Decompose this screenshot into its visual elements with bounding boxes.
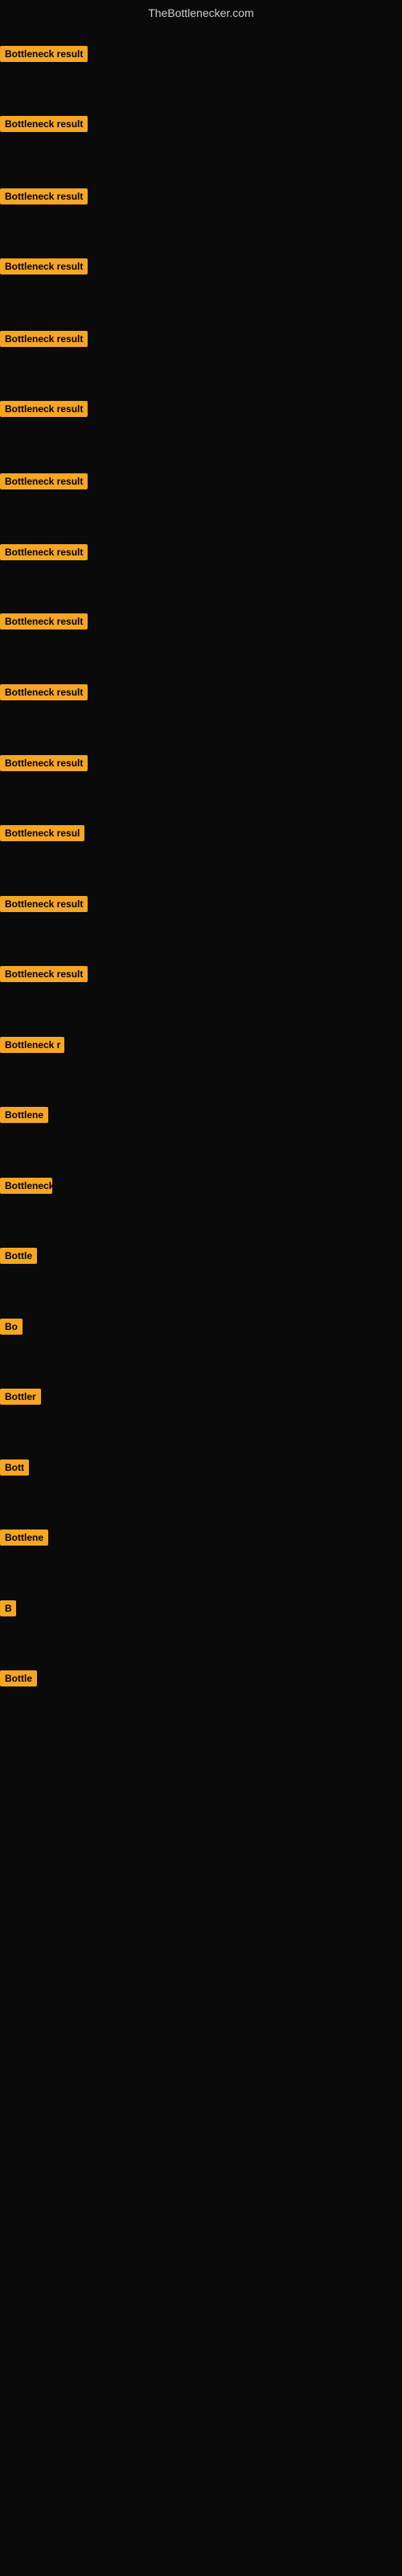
bottleneck-badge-container-4: Bottleneck result	[0, 258, 88, 279]
bottleneck-badge-24[interactable]: Bottle	[0, 1670, 37, 1686]
site-title: TheBottlenecker.com	[0, 0, 402, 23]
bottleneck-badge-5[interactable]: Bottleneck result	[0, 331, 88, 347]
bottleneck-badge-6[interactable]: Bottleneck result	[0, 401, 88, 417]
bottleneck-badge-container-13: Bottleneck result	[0, 896, 88, 916]
bottleneck-badge-container-12: Bottleneck resul	[0, 825, 84, 845]
bottleneck-badge-21[interactable]: Bott	[0, 1459, 29, 1476]
bottleneck-badge-18[interactable]: Bottle	[0, 1248, 37, 1264]
bottleneck-badge-container-17: Bottleneck	[0, 1178, 52, 1198]
bottleneck-badge-15[interactable]: Bottleneck r	[0, 1037, 64, 1053]
bottleneck-badge-container-15: Bottleneck r	[0, 1037, 64, 1057]
bottleneck-badge-container-18: Bottle	[0, 1248, 37, 1268]
bottleneck-badge-3[interactable]: Bottleneck result	[0, 188, 88, 204]
bottleneck-badge-7[interactable]: Bottleneck result	[0, 473, 88, 489]
bottleneck-badge-1[interactable]: Bottleneck result	[0, 46, 88, 62]
bottleneck-badge-23[interactable]: B	[0, 1600, 16, 1616]
bottleneck-badge-13[interactable]: Bottleneck result	[0, 896, 88, 912]
bottleneck-badge-container-21: Bott	[0, 1459, 29, 1480]
bottleneck-badge-container-10: Bottleneck result	[0, 684, 88, 704]
bottleneck-badge-container-23: B	[0, 1600, 16, 1620]
bottleneck-badge-2[interactable]: Bottleneck result	[0, 116, 88, 132]
bottleneck-badge-container-19: Bo	[0, 1319, 23, 1339]
bottleneck-badge-16[interactable]: Bottlene	[0, 1107, 48, 1123]
bottleneck-badge-14[interactable]: Bottleneck result	[0, 966, 88, 982]
bottleneck-badge-9[interactable]: Bottleneck result	[0, 613, 88, 630]
bottleneck-badge-container-22: Bottlene	[0, 1530, 48, 1550]
bottleneck-badge-container-11: Bottleneck result	[0, 755, 88, 775]
bottleneck-badge-12[interactable]: Bottleneck resul	[0, 825, 84, 841]
bottleneck-badge-8[interactable]: Bottleneck result	[0, 544, 88, 560]
bottleneck-badge-container-3: Bottleneck result	[0, 188, 88, 208]
bottleneck-badge-22[interactable]: Bottlene	[0, 1530, 48, 1546]
bottleneck-badge-container-14: Bottleneck result	[0, 966, 88, 986]
bottleneck-badge-container-7: Bottleneck result	[0, 473, 88, 493]
bottleneck-badge-container-6: Bottleneck result	[0, 401, 88, 421]
bottleneck-badge-container-2: Bottleneck result	[0, 116, 88, 136]
bottleneck-badge-19[interactable]: Bo	[0, 1319, 23, 1335]
bottleneck-badge-container-9: Bottleneck result	[0, 613, 88, 634]
bottleneck-badge-10[interactable]: Bottleneck result	[0, 684, 88, 700]
bottleneck-badge-11[interactable]: Bottleneck result	[0, 755, 88, 771]
bottleneck-badge-4[interactable]: Bottleneck result	[0, 258, 88, 275]
bottleneck-badge-container-1: Bottleneck result	[0, 46, 88, 66]
bottleneck-badge-20[interactable]: Bottler	[0, 1389, 41, 1405]
bottleneck-badge-container-5: Bottleneck result	[0, 331, 88, 351]
bottleneck-badge-container-20: Bottler	[0, 1389, 41, 1409]
bottleneck-badge-17[interactable]: Bottleneck	[0, 1178, 52, 1194]
bottleneck-badge-container-24: Bottle	[0, 1670, 37, 1690]
bottleneck-badge-container-16: Bottlene	[0, 1107, 48, 1127]
bottleneck-badge-container-8: Bottleneck result	[0, 544, 88, 564]
